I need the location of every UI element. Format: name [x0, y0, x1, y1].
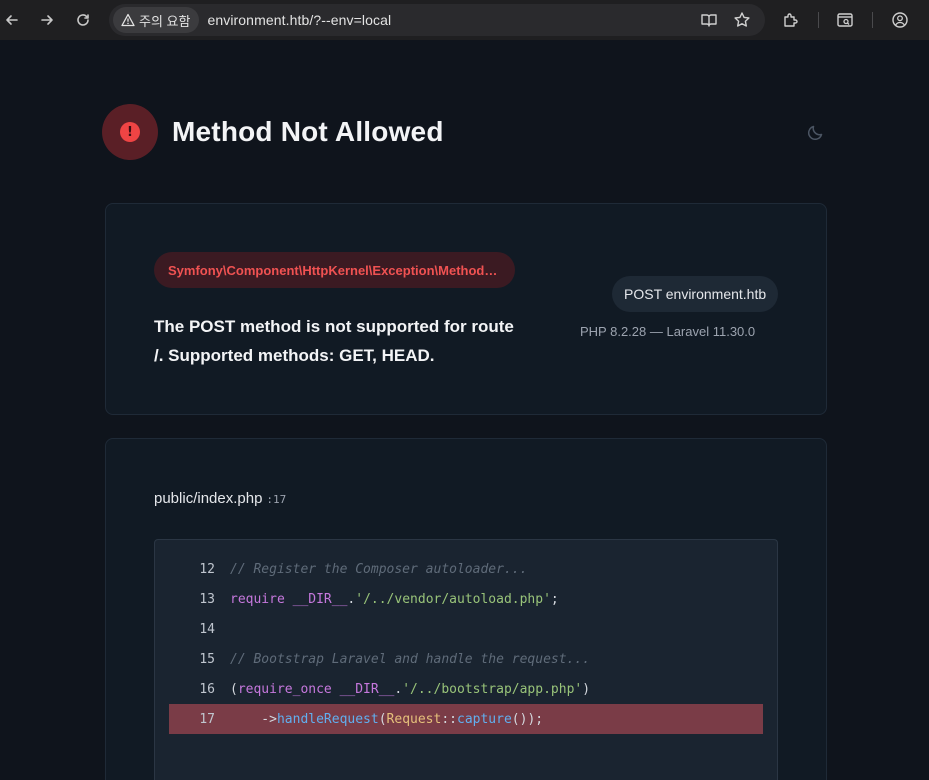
- code-line: 14: [169, 614, 763, 644]
- code-line: 16 (require_once __DIR__.'/../bootstrap/a…: [169, 674, 763, 704]
- page-header: ! Method Not Allowed: [102, 104, 444, 160]
- code-token: '/../bootstrap/app.php': [402, 681, 583, 697]
- theme-toggle-button[interactable]: [806, 122, 826, 142]
- exclamation-icon: !: [120, 122, 140, 142]
- code-token: require: [230, 591, 285, 607]
- code-token: __DIR__: [339, 681, 395, 697]
- exception-class-badge: Symfony\Component\HttpKernel\Exception\M…: [154, 252, 515, 288]
- toolbar-divider: [872, 12, 873, 28]
- code-token: __DIR__: [292, 591, 348, 607]
- code-token: ;: [550, 591, 559, 607]
- code-line-source: (require_once __DIR__.'/../bootstrap/app…: [230, 682, 590, 697]
- code-token: ->: [230, 711, 277, 727]
- code-line-number: 17: [199, 711, 215, 727]
- bookmark-button[interactable]: [733, 11, 751, 29]
- arrow-right-icon: [41, 15, 53, 25]
- security-warning-chip[interactable]: 주의 요함: [113, 7, 200, 33]
- toolbar-divider: [818, 12, 819, 28]
- code-token: // Bootstrap Laravel and handle the requ…: [230, 651, 591, 667]
- tab-search-button[interactable]: [836, 11, 854, 29]
- frame-file-location: public/index.php:17: [154, 490, 286, 507]
- back-button[interactable]: [0, 8, 24, 32]
- code-line-highlighted: 17 ->handleRequest(Request::capture());: [169, 704, 763, 734]
- code-token: // Register the Composer autoloader...: [230, 561, 528, 577]
- code-line-source: // Register the Composer autoloader...: [230, 562, 527, 577]
- code-line-source: ->handleRequest(Request::capture());: [230, 712, 543, 727]
- code-line-number: 15: [199, 651, 215, 667]
- request-badge: POST environment.htb: [612, 276, 779, 312]
- exception-message: The POST method is not supported for rou…: [154, 317, 514, 365]
- code-token: require_once: [237, 681, 332, 697]
- code-line-number: 13: [199, 591, 215, 607]
- error-badge: !: [102, 104, 158, 160]
- address-bar[interactable]: 주의 요함 environment.htb/?--env=local: [109, 4, 765, 36]
- code-token: (: [230, 681, 238, 697]
- arrow-left-icon: [6, 15, 18, 25]
- moon-icon: [807, 125, 823, 141]
- code-token: ::: [441, 711, 457, 727]
- code-token: ());: [511, 711, 544, 727]
- error-page: ! Method Not Allowed Symfony\Component\H…: [0, 40, 929, 780]
- code-token: capture: [457, 711, 512, 727]
- star-icon: [734, 12, 750, 27]
- frame-file-path: public/index.php: [154, 490, 263, 507]
- code-token: handleRequest: [276, 711, 379, 727]
- stack-frame-card: public/index.php:17 12 // Register the Co…: [105, 438, 827, 780]
- warning-triangle-icon: [121, 13, 135, 27]
- code-snippet: 12 // Register the Composer autoloader...…: [154, 539, 778, 780]
- code-line-source: // Bootstrap Laravel and handle the requ…: [230, 652, 590, 667]
- url-text[interactable]: environment.htb/?--env=local: [207, 12, 391, 28]
- code-token: Request: [386, 711, 442, 727]
- forward-button[interactable]: [35, 8, 59, 32]
- version-info: PHP 8.2.28 — Laravel 11.30.0: [580, 324, 756, 339]
- frame-line-number: :17: [266, 493, 287, 506]
- code-line-number: 16: [199, 681, 215, 697]
- reload-icon: [77, 14, 89, 26]
- code-token: '/../vendor/autoload.php': [355, 591, 551, 607]
- code-token: (: [378, 711, 387, 727]
- exception-summary-card: Symfony\Component\HttpKernel\Exception\M…: [105, 203, 827, 415]
- extensions-button[interactable]: [782, 11, 800, 29]
- code-line: 13 require __DIR__.'/../vendor/autoload.p…: [169, 584, 763, 614]
- code-line-number: 14: [199, 621, 215, 637]
- reload-button[interactable]: [71, 8, 95, 32]
- code-token: ): [582, 681, 591, 697]
- code-line-number: 12: [199, 561, 215, 577]
- exception-class-text: Symfony\Component\HttpKernel\Exception\M…: [168, 262, 501, 278]
- security-warning-label: 주의 요함: [139, 13, 191, 29]
- account-icon: [892, 12, 908, 28]
- puzzle-icon: [784, 13, 798, 27]
- browser-toolbar: 주의 요함 environment.htb/?--env=local: [0, 0, 929, 40]
- code-line: 12 // Register the Composer autoloader...: [169, 554, 763, 584]
- book-icon: [701, 14, 717, 27]
- search-window-icon: [837, 13, 853, 27]
- page-title: Method Not Allowed: [172, 116, 444, 147]
- code-line: 15 // Bootstrap Laravel and handle the re…: [169, 644, 763, 674]
- reader-mode-button[interactable]: [700, 11, 718, 29]
- code-line-source: require __DIR__.'/../vendor/autoload.php…: [230, 592, 559, 607]
- profile-button[interactable]: [891, 11, 909, 29]
